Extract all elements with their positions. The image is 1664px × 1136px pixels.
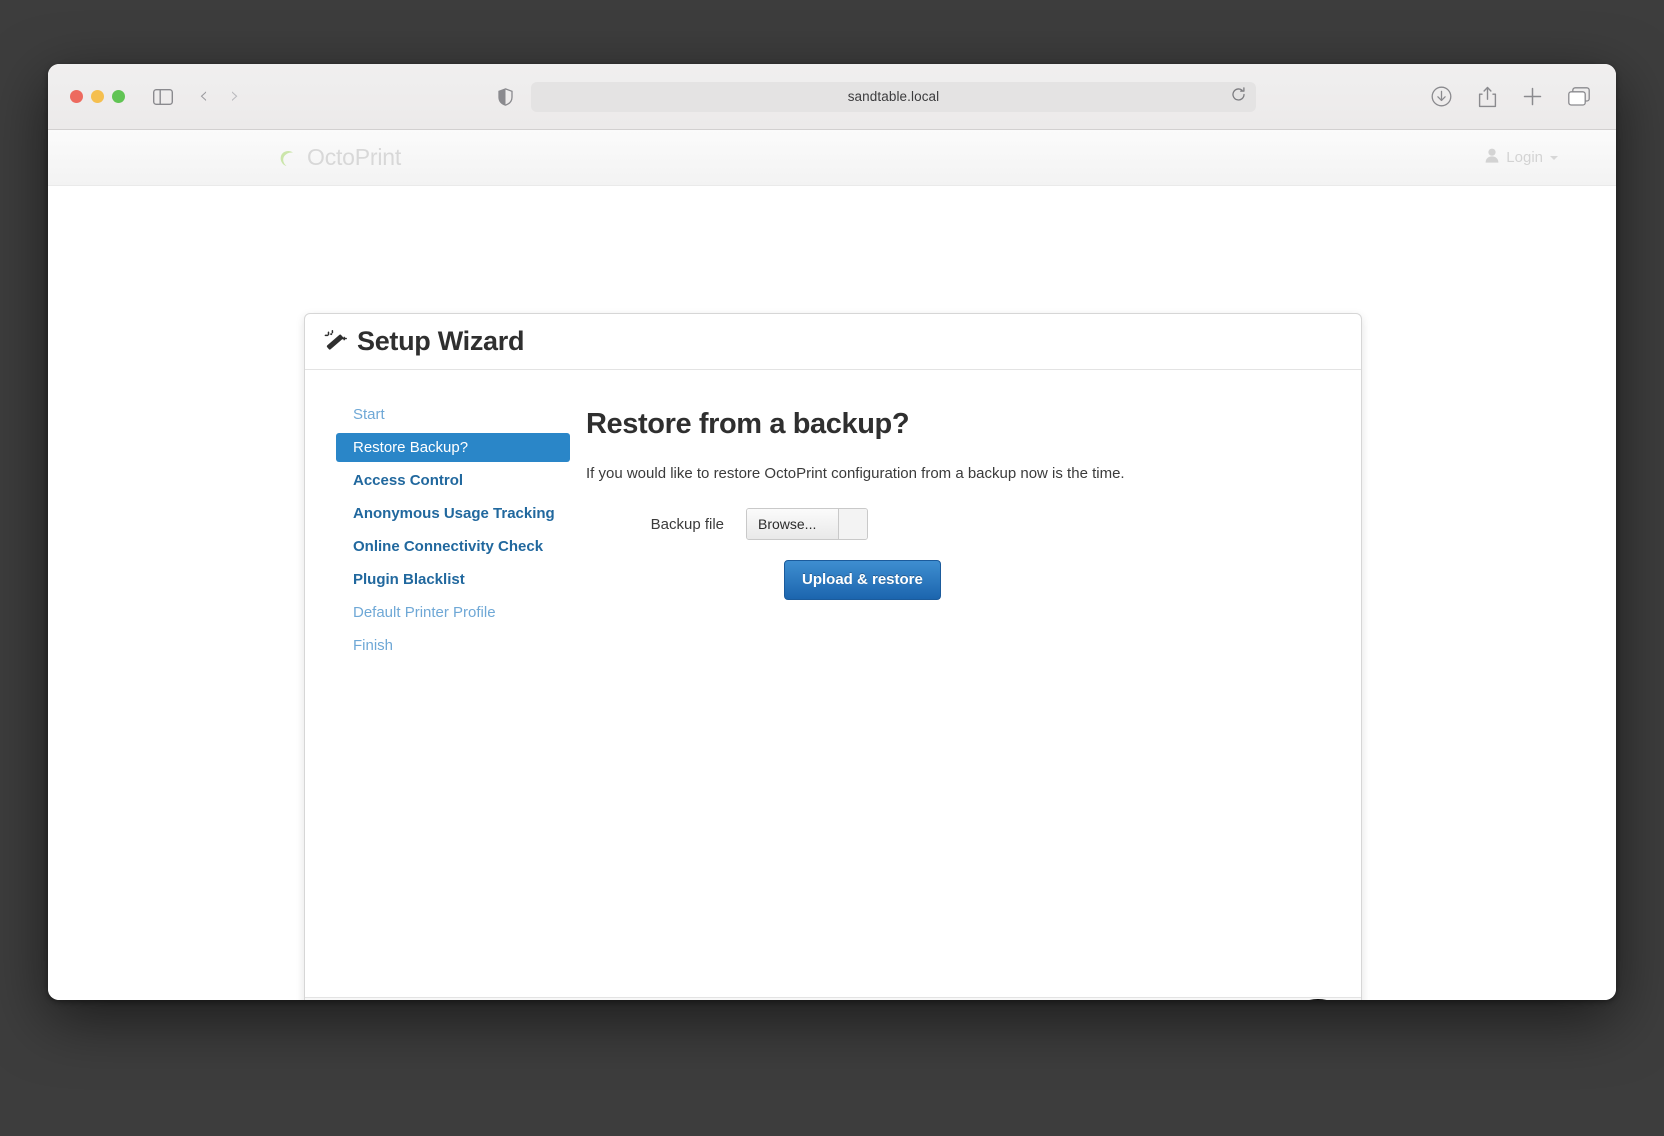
wizard-footer: Previous Unless otherwise noted, you may…	[305, 997, 1361, 1000]
upload-and-restore-button[interactable]: Upload & restore	[784, 560, 941, 600]
click-target-annotation	[1283, 998, 1353, 1000]
backup-file-row: Backup file Browse...	[586, 508, 1321, 540]
safari-browser-window: ‹ › sandtable.local OctoPrint Login Setu…	[48, 64, 1616, 1000]
file-input-filename	[839, 509, 867, 539]
wizard-step-nav: Start Restore Backup? Access Control Ano…	[305, 400, 570, 997]
tab-overview-icon[interactable]	[1568, 87, 1590, 106]
downloads-icon[interactable]	[1431, 86, 1452, 107]
user-icon	[1485, 148, 1499, 168]
login-menu[interactable]: Login	[1485, 148, 1580, 168]
backup-file-label: Backup file	[650, 515, 724, 533]
sidebar-toggle-icon[interactable]	[153, 88, 173, 105]
sidebar-item-restore-backup[interactable]: Restore Backup?	[336, 433, 570, 462]
wizard-title: Setup Wizard	[357, 326, 525, 356]
browse-button[interactable]: Browse...	[747, 509, 839, 539]
privacy-shield-icon[interactable]	[498, 87, 513, 106]
reload-icon[interactable]	[1231, 86, 1246, 107]
web-page-content: OctoPrint Login Setup Wizard Start Resto…	[48, 130, 1616, 1000]
sidebar-item-anonymous-usage-tracking[interactable]: Anonymous Usage Tracking	[336, 499, 570, 528]
sidebar-item-start[interactable]: Start	[336, 400, 570, 429]
wizard-main-panel: Restore from a backup? If you would like…	[570, 400, 1361, 997]
minimize-window-button[interactable]	[91, 90, 104, 103]
sidebar-item-online-connectivity-check[interactable]: Online Connectivity Check	[336, 532, 570, 561]
sidebar-item-plugin-blacklist[interactable]: Plugin Blacklist	[336, 565, 570, 594]
url-text: sandtable.local	[847, 89, 940, 104]
sidebar-item-finish[interactable]: Finish	[336, 631, 570, 660]
wizard-body: Start Restore Backup? Access Control Ano…	[305, 370, 1361, 997]
browser-toolbar: ‹ › sandtable.local	[48, 64, 1616, 130]
page-description: If you would like to restore OctoPrint c…	[586, 465, 1125, 482]
share-icon[interactable]	[1478, 86, 1497, 108]
login-label: Login	[1506, 149, 1543, 166]
upload-row: Upload & restore	[586, 560, 1321, 600]
octoprint-brand[interactable]: OctoPrint	[276, 144, 401, 171]
octoprint-brand-label: OctoPrint	[307, 144, 402, 170]
url-input-field[interactable]: sandtable.local	[531, 81, 1256, 112]
wizard-header: Setup Wizard	[305, 314, 1361, 370]
octoprint-navbar: OctoPrint Login	[48, 130, 1616, 186]
maximize-window-button[interactable]	[112, 90, 125, 103]
chevron-down-icon	[1550, 155, 1558, 160]
window-traffic-lights	[70, 90, 125, 103]
back-chevron-icon[interactable]: ‹	[199, 85, 208, 108]
setup-wizard-dialog: Setup Wizard Start Restore Backup? Acces…	[304, 313, 1362, 1000]
backup-file-input[interactable]: Browse...	[746, 508, 868, 540]
octoprint-logo-icon	[276, 147, 298, 169]
forward-chevron-icon[interactable]: ›	[230, 85, 239, 108]
toolbar-right-icons	[1431, 86, 1590, 108]
page-title: Restore from a backup?	[586, 408, 910, 440]
desktop-background: ‹ › sandtable.local OctoPrint Login Setu…	[0, 0, 1664, 1136]
sidebar-item-access-control[interactable]: Access Control	[336, 466, 570, 495]
plus-icon[interactable]	[1523, 87, 1542, 106]
close-window-button[interactable]	[70, 90, 83, 103]
address-bar-zone: sandtable.local	[498, 81, 1256, 112]
sidebar-item-default-printer-profile[interactable]: Default Printer Profile	[336, 598, 570, 627]
magic-wand-icon	[323, 329, 349, 355]
